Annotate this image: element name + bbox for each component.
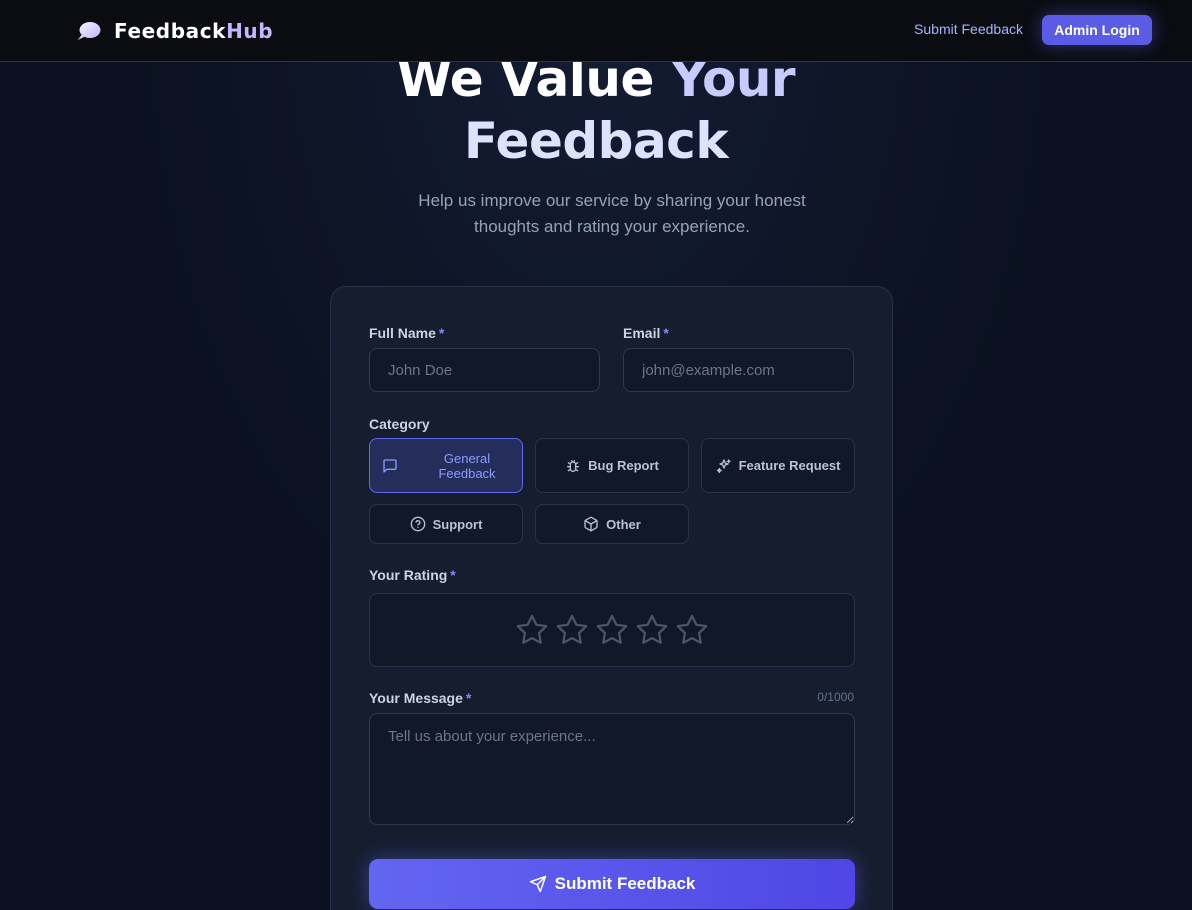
category-label-text: Support: [432, 516, 483, 532]
star-rating: [369, 593, 855, 667]
message-label: Your Message *: [369, 690, 471, 706]
category-bug-report[interactable]: Bug Report: [535, 438, 689, 493]
help-circle-icon: [410, 516, 425, 532]
category-label-text: General Feedback: [438, 450, 496, 481]
brand-name-first: Feedback: [114, 19, 227, 43]
speech-bubble-icon: [78, 22, 101, 40]
email-input[interactable]: [623, 348, 854, 392]
page: FeedbackHub Submit Feedback Admin Login …: [0, 0, 1192, 910]
nav-submit-feedback-link[interactable]: Submit Feedback: [914, 21, 1023, 37]
hero-title-line2: Feedback: [463, 112, 729, 170]
message-textarea[interactable]: [369, 713, 855, 825]
star-icon[interactable]: [515, 613, 549, 647]
required-asterisk: *: [465, 690, 472, 706]
required-asterisk: *: [663, 325, 669, 341]
full-name-label-text: Full Name: [369, 325, 436, 341]
hero-subtitle: Help us improve our service by sharing y…: [418, 191, 806, 236]
full-name-input[interactable]: [369, 348, 600, 392]
submit-feedback-button[interactable]: Submit Feedback: [369, 859, 855, 909]
rating-label: Your Rating *: [369, 567, 456, 583]
email-label: Email *: [623, 325, 669, 341]
brand-logo[interactable]: FeedbackHub: [77, 19, 273, 43]
star-icon[interactable]: [595, 613, 629, 647]
navbar: FeedbackHub Submit Feedback Admin Login: [0, 0, 1192, 62]
category-label-text: Feature Request: [738, 458, 841, 473]
submit-button-label: Submit Feedback: [554, 874, 696, 893]
category-label: Category: [369, 416, 430, 432]
admin-login-button[interactable]: Admin Login: [1042, 15, 1152, 45]
sparkles-icon: [716, 458, 731, 473]
required-asterisk: *: [438, 325, 445, 341]
brand-name: FeedbackHub: [114, 19, 273, 43]
message-label-text: Your Message: [369, 690, 463, 706]
category-label-text: Bug Report: [588, 458, 659, 473]
star-icon[interactable]: [635, 613, 669, 647]
category-other[interactable]: Other: [535, 504, 689, 544]
bug-icon: [567, 459, 580, 472]
required-asterisk: *: [450, 567, 456, 583]
star-icon[interactable]: [675, 613, 709, 647]
category-label-text: Other: [606, 516, 641, 532]
category-feature-request[interactable]: Feature Request: [701, 438, 855, 493]
category-support[interactable]: Support: [369, 504, 523, 544]
category-general-feedback[interactable]: General Feedback: [369, 438, 523, 493]
rating-label-text: Your Rating: [369, 567, 448, 583]
feedback-form-card: Full Name* Email* Category General Feedb…: [330, 286, 893, 910]
character-counter: 0/1000: [817, 690, 854, 704]
brand-name-second: Hub: [226, 19, 274, 43]
email-label-text: Email: [623, 325, 661, 341]
message-square-icon: [383, 458, 397, 473]
full-name-label: Full Name *: [369, 325, 444, 341]
send-icon: [529, 875, 546, 893]
box-icon: [584, 516, 598, 532]
star-icon[interactable]: [555, 613, 589, 647]
